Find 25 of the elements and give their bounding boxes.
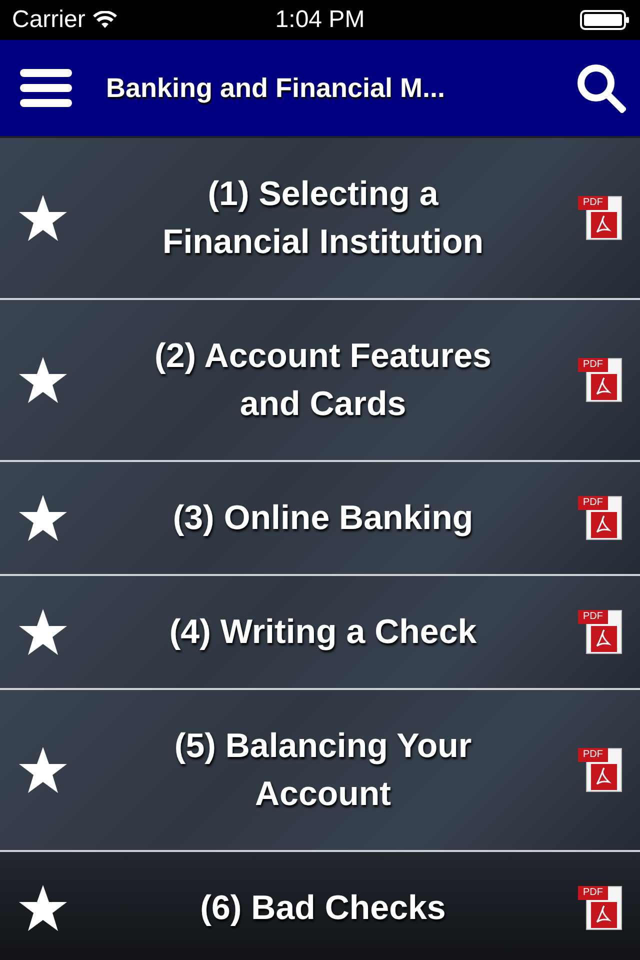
status-time: 1:04 PM xyxy=(275,6,365,34)
star-icon[interactable] xyxy=(18,194,68,242)
star-icon[interactable] xyxy=(18,356,68,404)
carrier-name: Carrier xyxy=(12,6,86,34)
star-icon[interactable] xyxy=(18,494,68,542)
chapter-row[interactable]: (4) Writing a Check PDF xyxy=(0,576,640,690)
search-icon[interactable] xyxy=(576,63,626,113)
chapter-title: (1) Selecting a Financial Institution xyxy=(161,174,485,263)
chapter-row[interactable]: (6) Bad Checks PDF xyxy=(0,852,640,960)
chapter-title: (4) Writing a Check xyxy=(168,612,478,653)
menu-icon[interactable] xyxy=(20,69,72,107)
chapter-title: (3) Online Banking xyxy=(172,498,474,539)
page-title: Banking and Financial M... xyxy=(106,72,446,104)
chapter-row[interactable]: (5) Balancing Your Account PDF xyxy=(0,690,640,852)
star-icon[interactable] xyxy=(18,746,68,794)
chapter-row[interactable]: (3) Online Banking PDF xyxy=(0,462,640,576)
chapter-row[interactable]: (2) Account Features and Cards PDF xyxy=(0,300,640,462)
chapter-title: (5) Balancing Your Account xyxy=(173,726,473,815)
chapter-row[interactable]: (1) Selecting a Financial Institution PDF xyxy=(0,138,640,300)
star-icon[interactable] xyxy=(18,608,68,656)
chapter-title: (6) Bad Checks xyxy=(199,888,447,929)
star-icon[interactable] xyxy=(18,884,68,932)
wifi-icon xyxy=(93,11,118,29)
battery-icon xyxy=(580,10,630,30)
chapter-title: (2) Account Features and Cards xyxy=(154,336,492,425)
